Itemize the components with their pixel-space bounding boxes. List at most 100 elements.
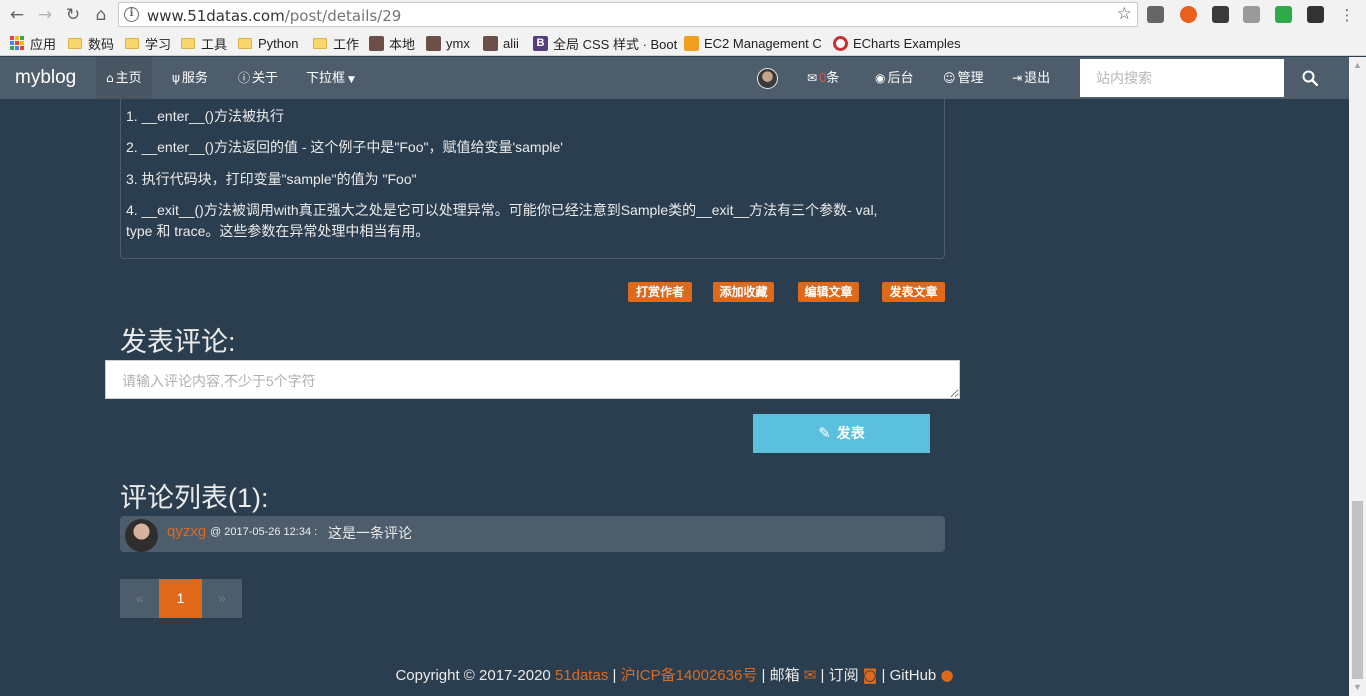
bookmarks-bar: 应用 数码 学习 工具 Python 工作 本地 ymx alii B 全局 CS…	[0, 30, 1366, 56]
submit-label: 发表	[836, 425, 865, 441]
bookmark-folder[interactable]: 数码	[68, 34, 114, 52]
logout-icon: ⇥	[1012, 71, 1023, 85]
extension-icon[interactable]	[1275, 6, 1292, 23]
bookmark-label: Python	[258, 35, 299, 51]
nav-messages[interactable]: ✉ 0条	[807, 57, 839, 99]
pagination-next[interactable]: »	[202, 579, 242, 618]
footer-github-link[interactable]: GitHub ●	[889, 666, 954, 684]
address-bar[interactable]: i www.51datas.com/post/details/29 ☆	[118, 2, 1138, 27]
bookmark-apps[interactable]: 应用	[10, 34, 56, 52]
extension-icon[interactable]	[1307, 6, 1324, 23]
search-button[interactable]	[1284, 57, 1336, 99]
footer-separator: |	[820, 667, 825, 684]
nav-label: 后台	[887, 70, 914, 85]
comment-text: 这是一条评论	[328, 525, 412, 541]
bookmark-link[interactable]: EC2 Management C	[684, 34, 822, 52]
folder-icon	[68, 37, 82, 49]
submit-comment-button[interactable]: ✎ 发表	[753, 414, 930, 453]
extension-icon[interactable]	[1243, 6, 1260, 23]
site-info-icon[interactable]: i	[124, 7, 139, 22]
footer-separator: |	[881, 667, 886, 684]
nav-services[interactable]: ψ 服务	[172, 57, 208, 99]
bookmark-folder[interactable]: Python	[238, 34, 298, 52]
footer-rss-link[interactable]: 订阅 ◙	[829, 666, 878, 684]
nav-label: 下拉框	[306, 70, 346, 85]
bookmark-folder[interactable]: 学习	[125, 34, 171, 52]
bookmark-link[interactable]: B 全局 CSS 样式 · Boot	[533, 34, 677, 52]
forward-icon[interactable]: →	[34, 4, 56, 26]
bookmark-link[interactable]: alii	[483, 34, 519, 52]
copyright-text: Copyright © 2017-2020	[395, 667, 551, 684]
nav-dropdown[interactable]: 下拉框 ▼	[306, 57, 357, 99]
footer-github-label: GitHub	[889, 667, 937, 684]
site-footer: Copyright © 2017-2020 51datas | 沪ICP备140…	[0, 664, 1349, 685]
commenter-name[interactable]: qyzxg	[167, 523, 206, 540]
bookmark-link[interactable]: ECharts Examples	[833, 34, 961, 52]
folder-icon	[181, 37, 195, 49]
nav-label: 退出	[1024, 70, 1051, 85]
bookmark-label: 本地	[389, 36, 416, 52]
footer-site-link[interactable]: 51datas	[555, 667, 608, 684]
comment-form-heading: 发表评论:	[120, 327, 236, 357]
bookmark-label: alii	[503, 35, 519, 51]
bookmark-label: ymx	[446, 35, 470, 51]
scroll-up-icon[interactable]: ▲	[1349, 57, 1366, 74]
nav-manage[interactable]: ☺ 管理	[943, 57, 984, 99]
tip-author-button[interactable]: 打赏作者	[628, 282, 692, 302]
back-icon[interactable]: ←	[6, 4, 28, 26]
bookmark-label: 数码	[88, 36, 115, 52]
site-search-input[interactable]	[1080, 59, 1284, 97]
pencil-icon: ✎	[818, 424, 831, 442]
user-avatar[interactable]	[757, 68, 778, 89]
nav-backend[interactable]: ◉ 后台	[875, 57, 914, 99]
nav-about[interactable]: ⓘ 关于	[238, 57, 278, 99]
extension-icon[interactable]	[1180, 6, 1197, 23]
commenter-avatar	[125, 519, 158, 552]
avatar-icon	[483, 35, 498, 51]
bookmark-folder[interactable]: 工作	[313, 34, 359, 52]
nav-label: 关于	[252, 70, 279, 85]
bookmark-star-icon[interactable]: ☆	[1117, 4, 1132, 24]
avatar-icon	[369, 35, 384, 51]
bookmark-link[interactable]: ymx	[426, 34, 470, 52]
site-brand[interactable]: myblog	[15, 67, 76, 89]
footer-icp-link[interactable]: 沪ICP备14002636号	[621, 667, 758, 684]
bookmark-label: 工具	[201, 36, 228, 52]
nav-label: 管理	[957, 70, 984, 85]
nav-logout[interactable]: ⇥ 退出	[1012, 57, 1050, 99]
nav-label: 主页	[115, 70, 142, 85]
pagination-current[interactable]: 1	[159, 579, 202, 618]
comment-input[interactable]	[105, 360, 960, 399]
scroll-thumb[interactable]	[1352, 501, 1363, 679]
user-circle-icon: ☺	[943, 71, 956, 85]
footer-mail-link[interactable]: 邮箱 ✉	[770, 666, 817, 684]
aws-box-icon	[684, 35, 699, 51]
page-scrollbar[interactable]: ▲ ▼	[1349, 57, 1366, 696]
apps-icon	[10, 36, 24, 50]
browser-toolbar: ← → ↻ ⌂ i www.51datas.com/post/details/2…	[0, 0, 1366, 30]
search-icon	[1302, 70, 1319, 87]
info-icon: ⓘ	[238, 71, 251, 85]
bookmark-label: ECharts Examples	[853, 35, 961, 51]
nav-home[interactable]: ⌂ 主页	[96, 57, 152, 99]
menu-icon[interactable]: ⋮	[1336, 4, 1358, 26]
scroll-down-icon[interactable]: ▼	[1349, 679, 1366, 696]
edit-article-button[interactable]: 编辑文章	[798, 282, 859, 302]
bookmark-link[interactable]: 本地	[369, 34, 415, 52]
bookmark-folder[interactable]: 工具	[181, 34, 227, 52]
url-text: www.51datas.com/post/details/29	[147, 7, 401, 25]
reload-icon[interactable]: ↻	[62, 4, 84, 26]
bookmark-label: EC2 Management C	[704, 35, 822, 51]
extension-icon[interactable]	[1212, 6, 1229, 23]
github-icon: ●	[940, 666, 954, 684]
home-icon: ⌂	[106, 71, 114, 85]
pagination-prev[interactable]: «	[120, 579, 159, 618]
echarts-icon	[833, 35, 848, 51]
footer-separator: |	[612, 667, 617, 684]
add-favorite-button[interactable]: 添加收藏	[713, 282, 774, 302]
extension-icon[interactable]	[1147, 6, 1164, 23]
publish-article-button[interactable]: 发表文章	[882, 282, 945, 302]
url-host: www.51datas.com	[147, 7, 285, 25]
avatar-icon	[426, 35, 441, 51]
home-icon[interactable]: ⌂	[90, 4, 112, 26]
